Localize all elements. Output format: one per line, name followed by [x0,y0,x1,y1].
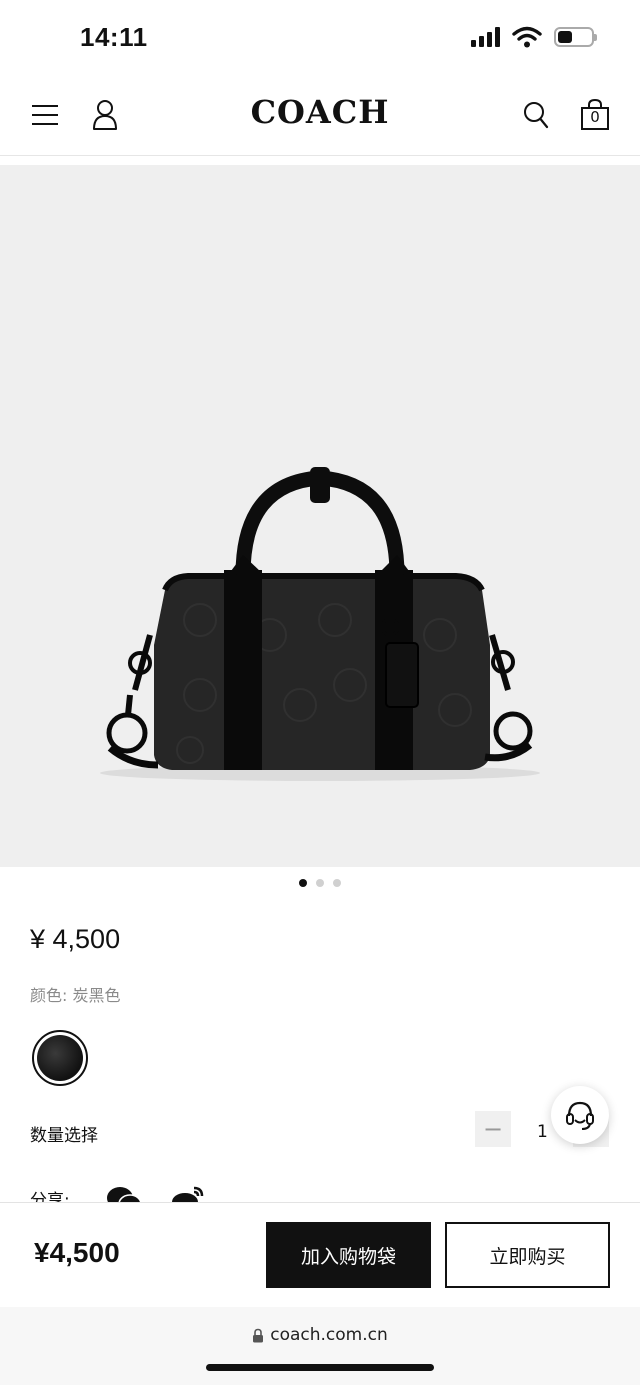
weibo-icon[interactable] [170,1184,206,1202]
shopping-bag-icon[interactable]: 0 [575,95,615,135]
status-time: 14:11 [80,22,148,52]
buy-now-button[interactable]: 立即购买 [445,1222,610,1288]
gallery-pagination[interactable] [0,879,640,887]
cellular-signal-icon [471,27,500,47]
url-display[interactable]: coach.com.cn [0,1325,640,1345]
bottom-price: ¥4,500 [34,1237,120,1268]
product-bag-image [100,467,540,781]
gallery-dot[interactable] [299,879,307,887]
status-icons [471,26,597,48]
color-label: 颜色: 炭黑色 [30,986,121,1005]
product-price: ¥ 4,500 [30,924,121,954]
battery-icon [554,27,597,47]
share-row: 分享: [30,1180,230,1202]
search-icon[interactable] [516,95,556,135]
product-image[interactable] [0,165,640,867]
wechat-icon[interactable] [106,1184,142,1202]
customer-service-button[interactable] [551,1086,609,1144]
wifi-icon [512,26,542,48]
customer-service-headset-icon [566,1101,594,1130]
browser-url-bar[interactable]: coach.com.cn [0,1307,640,1385]
quantity-value: 1 [537,1122,548,1142]
bag-count: 0 [590,108,600,126]
share-label: 分享: [30,1191,70,1202]
gallery-dot[interactable] [316,879,324,887]
site-header: COACH 0 [0,75,640,156]
bottom-action-bar: ¥4,500 加入购物袋 立即购买 [0,1202,640,1307]
lock-icon [253,1328,264,1342]
battery-level [558,31,572,43]
quantity-decrease-button[interactable]: − [475,1111,511,1147]
quantity-label: 数量选择 [30,1126,98,1146]
color-swatch-charcoal [37,1035,83,1081]
home-indicator[interactable] [206,1364,434,1371]
color-swatch-selected[interactable] [32,1030,88,1086]
add-to-bag-button[interactable]: 加入购物袋 [266,1222,431,1288]
url-text: coach.com.cn [270,1325,388,1345]
status-bar: 14:11 [0,0,640,75]
gallery-dot[interactable] [333,879,341,887]
